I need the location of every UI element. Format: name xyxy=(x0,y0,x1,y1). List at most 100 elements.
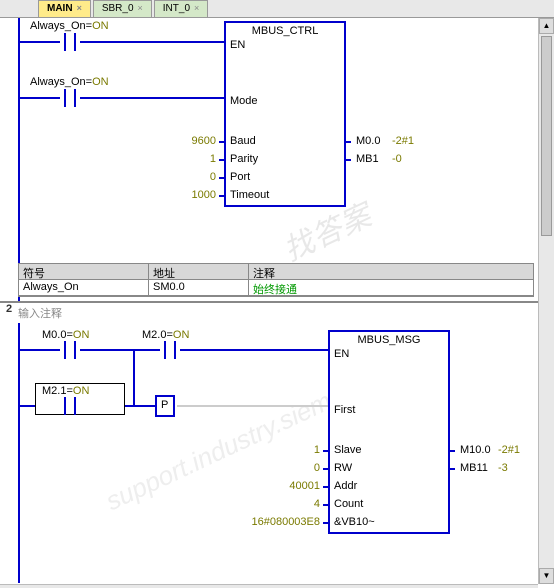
addr-value: 40001 xyxy=(250,480,320,492)
pin-tick xyxy=(219,177,224,179)
wire xyxy=(20,405,35,407)
pin-mode: Mode xyxy=(230,95,258,107)
dataptr-value: 16#080003E8 xyxy=(230,516,320,528)
contact-m00[interactable] xyxy=(60,341,80,359)
network-comment[interactable]: 输入注释 xyxy=(18,305,62,321)
pin-tick xyxy=(219,195,224,197)
symbol-table: 符号 地址 注释 Always_On SM0.0 始终接通 xyxy=(18,263,534,297)
horizontal-scrollbar[interactable] xyxy=(0,584,538,588)
contact-m21[interactable] xyxy=(60,397,80,415)
td-comment: 始终接通 xyxy=(249,280,533,296)
box-title: MBUS_CTRL xyxy=(226,23,344,39)
network-number: 2 xyxy=(2,303,16,315)
pin-tick xyxy=(219,141,224,143)
contact-label: M2.0=ON xyxy=(142,329,189,341)
contact-m20[interactable] xyxy=(160,341,180,359)
positive-edge[interactable]: P xyxy=(155,395,175,417)
baud-value: 9600 xyxy=(160,135,216,147)
network-2: 2 输入注释 M0.0=ON M2.0=ON M2.1=ON P MBUS_MS… xyxy=(0,303,538,583)
network-1: Always_On=ON Always_On=ON MBUS_CTRL EN M… xyxy=(0,18,538,303)
pin-baud: Baud xyxy=(230,135,256,147)
out-addr: M10.0 xyxy=(460,444,491,456)
pin-en: EN xyxy=(230,39,245,51)
th-address: 地址 xyxy=(149,264,249,280)
tab-int0-label: INT_0 xyxy=(163,3,190,14)
wire xyxy=(20,41,60,43)
port-value: 0 xyxy=(160,171,216,183)
box-title: MBUS_MSG xyxy=(330,332,448,348)
pin-parity: Parity xyxy=(230,153,258,165)
pin-addr: Addr xyxy=(334,480,357,492)
table-row[interactable]: Always_On SM0.0 始终接通 xyxy=(19,280,533,296)
power-rail xyxy=(18,323,20,583)
timeout-value: 1000 xyxy=(160,189,216,201)
pin-en: EN xyxy=(334,348,349,360)
wire xyxy=(80,349,135,351)
wire xyxy=(20,349,60,351)
th-comment: 注释 xyxy=(249,264,533,280)
pin-tick xyxy=(323,468,328,470)
pin-tick xyxy=(450,450,455,452)
td-address: SM0.0 xyxy=(149,280,249,296)
pin-tick xyxy=(346,141,351,143)
pin-tick xyxy=(323,450,328,452)
mbus-msg-box[interactable]: MBUS_MSG EN First Slave RW Addr Count &V… xyxy=(328,330,450,534)
tab-sbr0-label: SBR_0 xyxy=(102,3,134,14)
tab-main[interactable]: MAIN × xyxy=(38,0,91,17)
count-value: 4 xyxy=(250,498,320,510)
pin-tick xyxy=(450,468,455,470)
pin-first: First xyxy=(334,404,355,416)
tab-bar: MAIN × SBR_0 × INT_0 × xyxy=(0,0,554,18)
pin-count: Count xyxy=(334,498,363,510)
ladder-editor: 找答案 support.industry.siemens.com/cs Alwa… xyxy=(0,18,538,584)
pin-tick xyxy=(323,522,328,524)
th-symbol: 符号 xyxy=(19,264,149,280)
contact-always-on[interactable] xyxy=(60,89,80,107)
pin-tick xyxy=(346,159,351,161)
contact-label: Always_On=ON xyxy=(30,20,109,32)
out-addr: M0.0 xyxy=(356,135,380,147)
close-icon[interactable]: × xyxy=(77,3,82,13)
out-m100: -2#1 xyxy=(498,444,520,456)
wire xyxy=(180,349,328,351)
pin-rw: RW xyxy=(334,462,352,474)
rw-value: 0 xyxy=(250,462,320,474)
wire xyxy=(133,349,135,407)
wire xyxy=(135,349,160,351)
contact-always-on[interactable] xyxy=(60,33,80,51)
close-icon[interactable]: × xyxy=(138,3,143,13)
vertical-scrollbar[interactable]: ▲ ▼ xyxy=(538,18,554,584)
mbus-ctrl-box[interactable]: MBUS_CTRL EN Mode Baud Parity Port Timeo… xyxy=(224,21,346,207)
scroll-down-button[interactable]: ▼ xyxy=(539,568,554,584)
contact-m21-selected[interactable] xyxy=(35,383,125,415)
wire xyxy=(80,97,224,99)
pin-tick xyxy=(323,504,328,506)
close-icon[interactable]: × xyxy=(194,3,199,13)
pin-slave: Slave xyxy=(334,444,362,456)
contact-label: M0.0=ON xyxy=(42,329,89,341)
out-mb1: -0 xyxy=(392,153,402,165)
wire xyxy=(125,405,155,407)
out-mb11: -3 xyxy=(498,462,508,474)
tab-int0[interactable]: INT_0 × xyxy=(154,0,209,17)
slave-value: 1 xyxy=(250,444,320,456)
tab-sbr0[interactable]: SBR_0 × xyxy=(93,0,152,17)
wire xyxy=(80,41,224,43)
scroll-thumb[interactable] xyxy=(541,36,552,236)
pin-port: Port xyxy=(230,171,250,183)
pin-tick xyxy=(219,159,224,161)
wire xyxy=(20,97,60,99)
parity-value: 1 xyxy=(160,153,216,165)
out-addr: MB1 xyxy=(356,153,379,165)
wire-inactive xyxy=(177,405,328,407)
scroll-up-button[interactable]: ▲ xyxy=(539,18,554,34)
contact-label: Always_On=ON xyxy=(30,76,109,88)
pin-timeout: Timeout xyxy=(230,189,269,201)
power-rail xyxy=(18,18,20,301)
pin-dataptr: &VB10~ xyxy=(334,516,375,528)
out-m00: -2#1 xyxy=(392,135,414,147)
out-addr: MB11 xyxy=(460,462,488,474)
pin-tick xyxy=(323,486,328,488)
table-header: 符号 地址 注释 xyxy=(19,264,533,280)
tab-main-label: MAIN xyxy=(47,3,73,14)
